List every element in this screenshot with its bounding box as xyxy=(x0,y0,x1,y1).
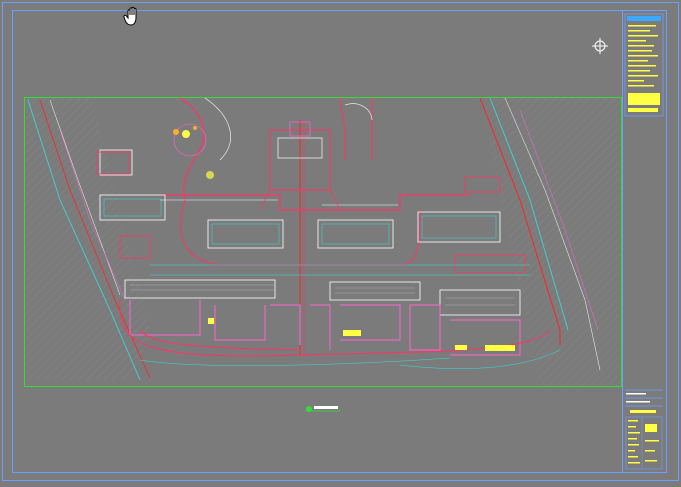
crosshair-target-icon[interactable] xyxy=(592,38,608,54)
drawing-title-marker xyxy=(306,406,340,412)
site-plan-drawing[interactable] xyxy=(0,0,681,483)
title-block xyxy=(622,11,664,472)
site-plan[interactable] xyxy=(26,97,620,386)
cad-model-space[interactable] xyxy=(0,0,681,483)
